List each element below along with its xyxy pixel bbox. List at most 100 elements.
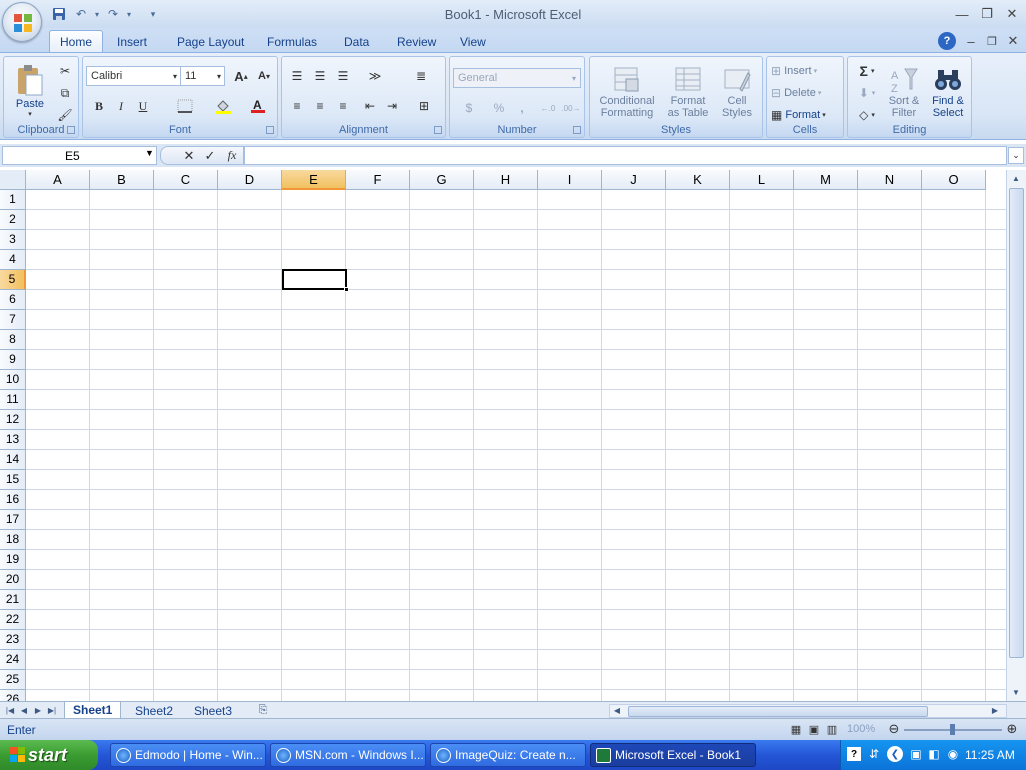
tab-review[interactable]: Review (387, 30, 446, 53)
column-header-o[interactable]: O (922, 170, 986, 190)
tab-data[interactable]: Data (334, 30, 379, 53)
font-size-combo[interactable]: 11 ▾ (180, 66, 225, 86)
row-header-2[interactable]: 2 (0, 210, 26, 230)
scroll-right-icon[interactable]: ▶ (988, 704, 1002, 716)
restore-window-button[interactable]: ❐ (976, 5, 998, 23)
tab-formulas[interactable]: Formulas (257, 30, 327, 53)
fill-handle[interactable] (344, 287, 349, 292)
insert-worksheet-icon[interactable]: ⎘ (255, 703, 271, 717)
zoom-out-icon[interactable]: ⊖ (886, 721, 902, 737)
increase-decimal-icon[interactable]: ←.0 (537, 98, 559, 118)
horizontal-scrollbar[interactable]: ◀ ▶ (609, 704, 1007, 718)
close-window-button[interactable]: ✕ (1001, 5, 1023, 23)
increase-indent-icon[interactable]: ⇥ (381, 96, 403, 116)
column-header-j[interactable]: J (602, 170, 666, 190)
vertical-scrollbar[interactable]: ▲ ▼ (1006, 170, 1026, 701)
active-cell[interactable] (282, 269, 347, 290)
scroll-left-icon[interactable]: ◀ (610, 704, 624, 716)
row-header-24[interactable]: 24 (0, 650, 26, 670)
row-header-21[interactable]: 21 (0, 590, 26, 610)
help-icon[interactable]: ? (938, 32, 956, 50)
vertical-scroll-thumb[interactable] (1009, 188, 1024, 658)
decrease-indent-icon[interactable]: ⇤ (359, 96, 381, 116)
row-header-14[interactable]: 14 (0, 450, 26, 470)
prev-sheet-icon[interactable]: ◀ (18, 703, 30, 717)
panda-tray-icon[interactable]: ◉ (945, 746, 961, 762)
merge-center-icon[interactable]: ⊞ (410, 96, 438, 116)
row-header-13[interactable]: 13 (0, 430, 26, 450)
format-cells-button[interactable]: ▦ Format ▾ (771, 106, 826, 124)
format-as-table-button[interactable]: Format as Table (662, 60, 714, 124)
alignment-launcher-icon[interactable] (434, 126, 442, 134)
row-header-5[interactable]: 5 (0, 270, 26, 290)
paste-button[interactable]: Paste ▾ (8, 59, 52, 123)
row-header-7[interactable]: 7 (0, 310, 26, 330)
worksheet-grid[interactable]: ABCDEFGHIJKLMNO 1 2 3 4 5 6 7 8 9 10 11 12 13 14 15 16 1… (0, 170, 1006, 701)
bottom-align-icon[interactable]: ☰ (332, 66, 354, 86)
confirm-entry-icon[interactable]: ✓ (202, 147, 218, 164)
align-left-icon[interactable]: ≡ (286, 96, 308, 116)
underline-button[interactable]: U (132, 96, 154, 116)
row-header-26[interactable]: 26 (0, 690, 26, 701)
column-header-l[interactable]: L (730, 170, 794, 190)
office-button[interactable] (2, 2, 42, 42)
column-header-d[interactable]: D (218, 170, 282, 190)
display-tray-icon[interactable]: ▣ (907, 746, 925, 762)
align-center-icon[interactable]: ≡ (309, 96, 331, 116)
find-select-button[interactable]: Find & Select (926, 60, 970, 124)
tab-page-layout[interactable]: Page Layout (167, 30, 254, 53)
scroll-down-icon[interactable]: ▼ (1007, 684, 1025, 700)
tab-home[interactable]: Home (49, 30, 104, 53)
sort-filter-button[interactable]: AZ Sort & Filter (884, 60, 924, 124)
row-header-18[interactable]: 18 (0, 530, 26, 550)
taskbar-item-edmodo[interactable]: Edmodo | Home - Win... (110, 743, 266, 767)
taskbar-item-msn[interactable]: MSN.com - Windows I... (270, 743, 426, 767)
column-header-g[interactable]: G (410, 170, 474, 190)
zoom-slider-thumb[interactable] (950, 724, 955, 735)
network-tray-icon[interactable]: ⇵ (867, 746, 881, 762)
column-header-f[interactable]: F (346, 170, 410, 190)
sheet-tab-sheet2[interactable]: Sheet2 (127, 702, 181, 719)
restore-workbook-button[interactable]: ❐ (981, 32, 1003, 50)
font-name-combo[interactable]: Calibri ▾ (86, 66, 181, 86)
minimize-workbook-button[interactable]: – (960, 32, 982, 50)
taskbar-item-imagequiz[interactable]: ImageQuiz: Create n... (430, 743, 586, 767)
name-box[interactable]: E5 (2, 146, 157, 165)
scroll-up-icon[interactable]: ▲ (1007, 170, 1025, 186)
cut-icon[interactable]: ✂ (54, 61, 76, 81)
number-launcher-icon[interactable] (573, 126, 581, 134)
orientation-icon[interactable]: ≫ (360, 66, 390, 86)
insert-function-icon[interactable]: fx (223, 147, 241, 164)
bold-button[interactable]: B (88, 96, 110, 116)
first-sheet-icon[interactable]: |◀ (4, 703, 16, 717)
fill-icon[interactable]: ⬇ ▾ (852, 83, 882, 103)
autosum-button[interactable]: Σ ▾ (852, 61, 882, 81)
select-all-corner[interactable] (0, 170, 26, 190)
column-header-i[interactable]: I (538, 170, 602, 190)
row-header-3[interactable]: 3 (0, 230, 26, 250)
row-header-16[interactable]: 16 (0, 490, 26, 510)
format-painter-icon[interactable]: 🖌 (54, 105, 76, 125)
close-workbook-button[interactable]: ✕ (1002, 32, 1024, 50)
name-box-dropdown-icon[interactable]: ▼ (145, 148, 154, 158)
clipboard-launcher-icon[interactable] (67, 126, 75, 134)
number-format-combo[interactable]: General ▾ (453, 68, 581, 88)
middle-align-icon[interactable]: ☰ (309, 66, 331, 86)
comma-button[interactable]: , (511, 98, 533, 118)
volume-tray-icon[interactable]: ◧ (927, 746, 941, 762)
wrap-text-icon[interactable]: ≣ (410, 66, 432, 86)
customize-qat-icon[interactable]: ▾ (144, 6, 162, 22)
column-header-e[interactable]: E (282, 170, 346, 190)
fill-color-icon[interactable] (207, 96, 241, 116)
row-header-22[interactable]: 22 (0, 610, 26, 630)
zoom-in-icon[interactable]: ⊕ (1004, 721, 1020, 737)
column-header-h[interactable]: H (474, 170, 538, 190)
row-header-4[interactable]: 4 (0, 250, 26, 270)
horizontal-scroll-thumb[interactable] (628, 706, 928, 717)
page-layout-view-icon[interactable]: ▣ (806, 722, 822, 736)
row-header-9[interactable]: 9 (0, 350, 26, 370)
cancel-entry-icon[interactable]: ✕ (181, 147, 197, 164)
tab-view[interactable]: View (450, 30, 496, 53)
row-header-11[interactable]: 11 (0, 390, 26, 410)
row-header-20[interactable]: 20 (0, 570, 26, 590)
